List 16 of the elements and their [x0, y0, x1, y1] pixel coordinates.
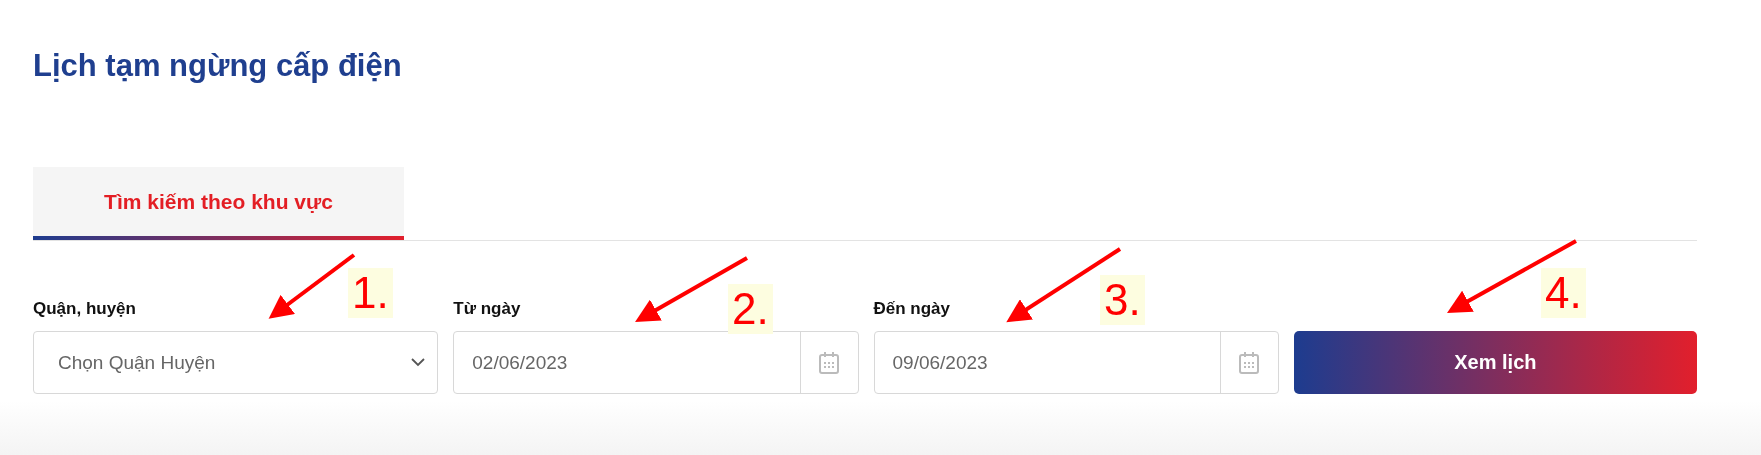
field-label: Từ ngày [453, 299, 521, 320]
chevron-down-icon [411, 358, 426, 367]
step-number: 4. [1541, 268, 1586, 318]
date-field[interactable]: 09/06/2023 [873, 331, 1279, 394]
field-label: Quận, huyện [33, 299, 136, 320]
view-schedule-button[interactable]: Xem lịch [1293, 331, 1697, 394]
step-number: 3. [1100, 275, 1145, 325]
tab[interactable]: Tìm kiếm theo khu vực [33, 167, 404, 240]
field-label: Đến ngày [873, 299, 951, 320]
page-title: Lịch tạm ngừng cấp điện [33, 48, 403, 85]
step-number: 2. [728, 284, 773, 334]
step-number: 1. [348, 268, 393, 318]
calendar-icon [1239, 351, 1260, 374]
district-select[interactable]: Chọn Quận Huyện [33, 331, 439, 394]
calendar-icon [819, 351, 839, 374]
date-field[interactable]: 02/06/2023 [453, 331, 859, 394]
